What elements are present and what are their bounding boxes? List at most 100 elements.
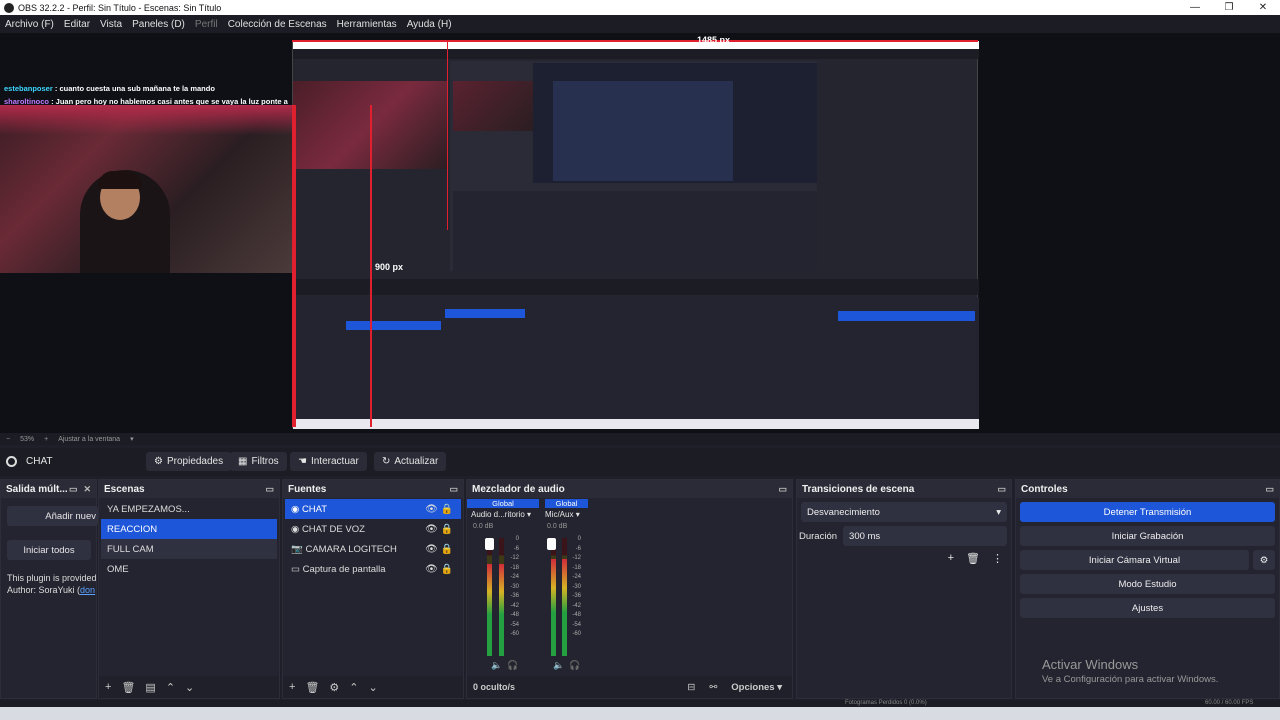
sources-dock: Fuentes ▭ ◉ CHAT 👁 🔒 ◉ CHAT DE VOZ 👁 🔒 📷 CA…	[282, 479, 464, 699]
start-all-button[interactable]: Iniciar todos	[7, 540, 91, 560]
add-target-button[interactable]: Añadir nuev	[7, 506, 98, 526]
options-button[interactable]: Opciones ▾	[731, 682, 782, 693]
eye-icon[interactable]: 👁	[425, 504, 438, 515]
dock-title: Escenas	[104, 483, 145, 495]
zoom-in-icon[interactable]: +	[44, 436, 48, 443]
settings-button[interactable]: Ajustes	[1020, 598, 1275, 618]
transition-select[interactable]: Desvanecimiento ▾	[801, 502, 1007, 522]
headphones-icon[interactable]: 🎧	[507, 660, 518, 671]
volume-meter	[551, 538, 556, 656]
speaker-icon[interactable]: 🔈	[491, 660, 502, 671]
eye-icon[interactable]: 👁	[425, 564, 438, 575]
move-up-icon[interactable]: ⌃	[349, 681, 358, 694]
scene-item[interactable]: OME	[101, 559, 277, 579]
minimize-icon[interactable]: —	[1178, 0, 1212, 15]
lock-icon[interactable]: 🔒	[441, 524, 453, 535]
add-icon[interactable]: +	[948, 552, 954, 565]
source-item[interactable]: ◉ CHAT DE VOZ 👁 🔒	[285, 519, 461, 539]
scene-item[interactable]: REACCION	[101, 519, 277, 539]
lock-icon[interactable]: 🔒	[441, 544, 453, 555]
dock-title: Fuentes	[288, 483, 327, 495]
menu-docks[interactable]: Paneles (D)	[127, 19, 190, 30]
db-tick: 0	[577, 536, 581, 542]
volume-meter	[499, 538, 504, 656]
db-tick: -30	[572, 583, 581, 590]
volume-fader[interactable]	[547, 538, 556, 550]
add-icon[interactable]: +	[289, 681, 295, 693]
db-tick: -36	[510, 593, 519, 599]
channel-name[interactable]: Audio d...ritorio ▾	[471, 510, 531, 519]
move-down-icon[interactable]: ⌄	[185, 681, 194, 694]
screen-capture-preview	[292, 40, 979, 429]
eye-icon[interactable]: 👁	[425, 544, 438, 555]
scene-item[interactable]: FULL CAM	[101, 539, 277, 559]
source-item[interactable]: 📷 CAMARA LOGITECH 👁 🔒	[285, 539, 461, 559]
menu-tools[interactable]: Herramientas	[332, 19, 402, 30]
lock-icon[interactable]: 🔒	[441, 504, 453, 515]
speaker-icon[interactable]: 🔈	[553, 660, 564, 671]
menu-scene-collection[interactable]: Colección de Escenas	[223, 19, 332, 30]
refresh-button[interactable]: ↻ Actualizar	[374, 452, 447, 471]
filter-icon[interactable]: ▤	[145, 681, 155, 694]
volume-meter	[487, 538, 492, 656]
undock-icon[interactable]: ▭	[997, 484, 1006, 495]
headphones-icon[interactable]: 🎧	[569, 660, 580, 671]
chevron-down-icon[interactable]: ▾	[130, 435, 134, 443]
webcam-feed	[0, 105, 297, 273]
properties-button[interactable]: ⚙ Propiedades	[146, 452, 232, 471]
maximize-icon[interactable]: ❐	[1212, 0, 1246, 15]
zoom-out-icon[interactable]: −	[6, 436, 10, 443]
add-icon[interactable]: +	[105, 681, 111, 693]
trash-icon[interactable]: 🗑	[966, 552, 980, 565]
db-tick: -54	[572, 621, 581, 628]
filters-button[interactable]: ▦ Filtros	[230, 452, 287, 471]
eye-icon[interactable]: 👁	[425, 524, 438, 535]
undock-icon[interactable]: ▭	[69, 484, 78, 495]
dock-title: Controles	[1021, 483, 1068, 495]
move-down-icon[interactable]: ⌄	[369, 681, 378, 694]
stop-stream-button[interactable]: Detener Transmisión	[1020, 502, 1275, 522]
interact-button[interactable]: ☚ Interactuar	[290, 452, 367, 471]
source-item[interactable]: ▭ Captura de pantalla 👁 🔒	[285, 559, 461, 579]
layout-icon[interactable]: ⊟	[687, 682, 695, 693]
scene-item[interactable]: YA EMPEZAMOS...	[101, 499, 277, 519]
close-icon[interactable]: ✕	[1246, 0, 1280, 15]
menu-help[interactable]: Ayuda (H)	[402, 19, 457, 30]
undock-icon[interactable]: ▭	[1265, 484, 1274, 495]
virtual-camera-button[interactable]: Iniciar Cámara Virtual	[1020, 550, 1249, 570]
window-title: OBS 32.2.2 - Perfil: Sin Título - Escena…	[18, 2, 222, 13]
source-item[interactable]: ◉ CHAT 👁 🔒	[285, 499, 461, 519]
db-tick: -42	[572, 602, 581, 609]
menu-profile[interactable]: Perfil	[190, 19, 223, 30]
volume-fader[interactable]	[485, 538, 494, 550]
transitions-dock: Transiciones de escena ▭ Desvanecimiento ▾…	[796, 479, 1012, 699]
undock-icon[interactable]: ▭	[265, 484, 274, 495]
lock-icon[interactable]: 🔒	[441, 564, 453, 575]
close-icon[interactable]: ✕	[83, 484, 91, 495]
gear-icon[interactable]: ⚙	[1253, 550, 1275, 570]
more-icon[interactable]: ⋮	[992, 552, 1003, 565]
donate-link[interactable]: don	[80, 585, 95, 595]
link-icon[interactable]: ⚯	[709, 682, 717, 693]
menu-edit[interactable]: Editar	[59, 19, 95, 30]
channel-name[interactable]: Mic/Aux ▾	[545, 510, 580, 519]
studio-mode-button[interactable]: Modo Estudio	[1020, 574, 1275, 594]
trash-icon[interactable]: 🗑	[121, 681, 135, 694]
undock-icon[interactable]: ▭	[778, 484, 787, 495]
hidden-count: 0 oculto/s	[473, 682, 516, 692]
undock-icon[interactable]: ▭	[449, 484, 458, 495]
gear-icon[interactable]: ⚙	[329, 681, 339, 694]
menu-view[interactable]: Vista	[95, 19, 127, 30]
db-tick: -12	[510, 555, 519, 561]
move-up-icon[interactable]: ⌃	[166, 681, 175, 694]
start-recording-button[interactable]: Iniciar Grabación	[1020, 526, 1275, 546]
db-scale: 0 -6 -12 -18 -24 -30 -36 -42 -48 -54 -60	[505, 535, 519, 640]
duration-input[interactable]: 300 ms	[843, 526, 1007, 546]
fit-to-window[interactable]: Ajustar a la ventana	[58, 436, 120, 443]
browser-icon: ◉	[291, 503, 300, 515]
trash-icon[interactable]: 🗑	[305, 681, 319, 694]
width-label: 1485 px	[697, 35, 731, 45]
zoom-level: 53%	[20, 435, 35, 443]
menu-file[interactable]: Archivo (F)	[0, 19, 59, 30]
title-bar: OBS 32.2.2 - Perfil: Sin Título - Escena…	[0, 0, 1280, 15]
